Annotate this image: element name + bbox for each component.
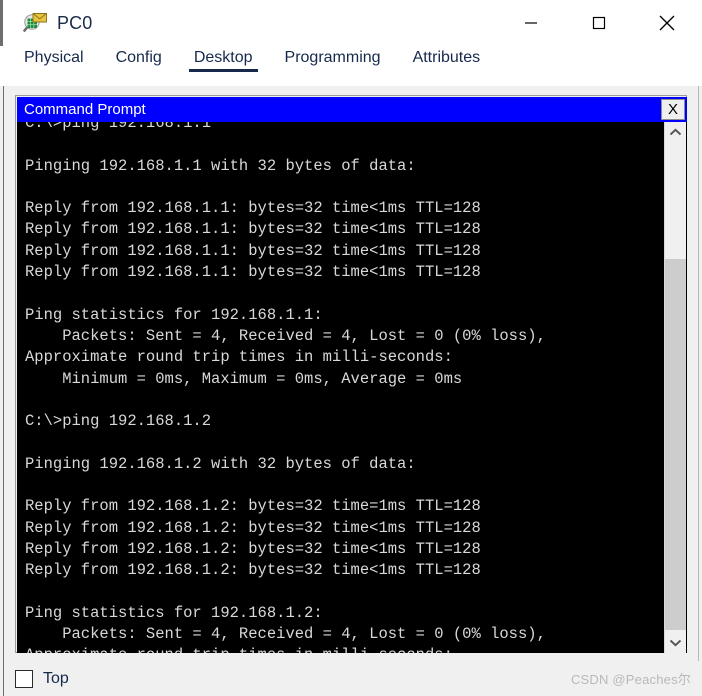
desktop-panel: Command Prompt X C:\>ping 192.168.1.1 Pi… — [3, 86, 699, 661]
command-prompt-window: Command Prompt X C:\>ping 192.168.1.1 Pi… — [15, 95, 687, 653]
window-left-edge — [0, 0, 3, 46]
maximize-icon[interactable] — [576, 0, 622, 46]
terminal-output-text: C:\>ping 192.168.1.1 Pinging 192.168.1.1… — [25, 122, 546, 653]
window-titlebar: PC0 — [0, 0, 702, 46]
tab-attributes[interactable]: Attributes — [411, 46, 483, 72]
scrollbar-thumb[interactable] — [665, 259, 686, 630]
tab-desktop[interactable]: Desktop — [188, 46, 258, 72]
scrollbar-track[interactable] — [665, 143, 686, 632]
command-prompt-close-button[interactable]: X — [661, 99, 685, 120]
tab-programming[interactable]: Programming — [283, 46, 383, 72]
device-tabs: Physical Config Desktop Programming Attr… — [0, 46, 702, 86]
scroll-up-chevron-icon[interactable] — [665, 122, 686, 143]
minimize-icon[interactable] — [508, 0, 554, 46]
window-controls — [508, 0, 702, 46]
pc0-device-window: PC0 Physical Config Desktop Programming … — [0, 0, 702, 696]
packet-tracer-pc-icon — [22, 10, 48, 36]
terminal-scrollbar[interactable] — [664, 122, 686, 653]
window-title: PC0 — [57, 12, 93, 33]
bottom-bar: Top CSDN @Peaches尔 — [3, 661, 699, 696]
tab-config[interactable]: Config — [114, 46, 164, 72]
command-prompt-title: Command Prompt — [24, 101, 146, 118]
terminal-output-area[interactable]: C:\>ping 192.168.1.1 Pinging 192.168.1.1… — [17, 122, 687, 653]
command-prompt-titlebar: Command Prompt X — [17, 97, 687, 122]
scroll-down-chevron-icon[interactable] — [665, 632, 686, 653]
watermark-text: CSDN @Peaches尔 — [570, 672, 691, 687]
close-icon[interactable] — [644, 0, 690, 46]
top-checkbox[interactable] — [15, 669, 33, 688]
tab-physical[interactable]: Physical — [22, 46, 86, 72]
top-checkbox-label: Top — [43, 669, 69, 687]
